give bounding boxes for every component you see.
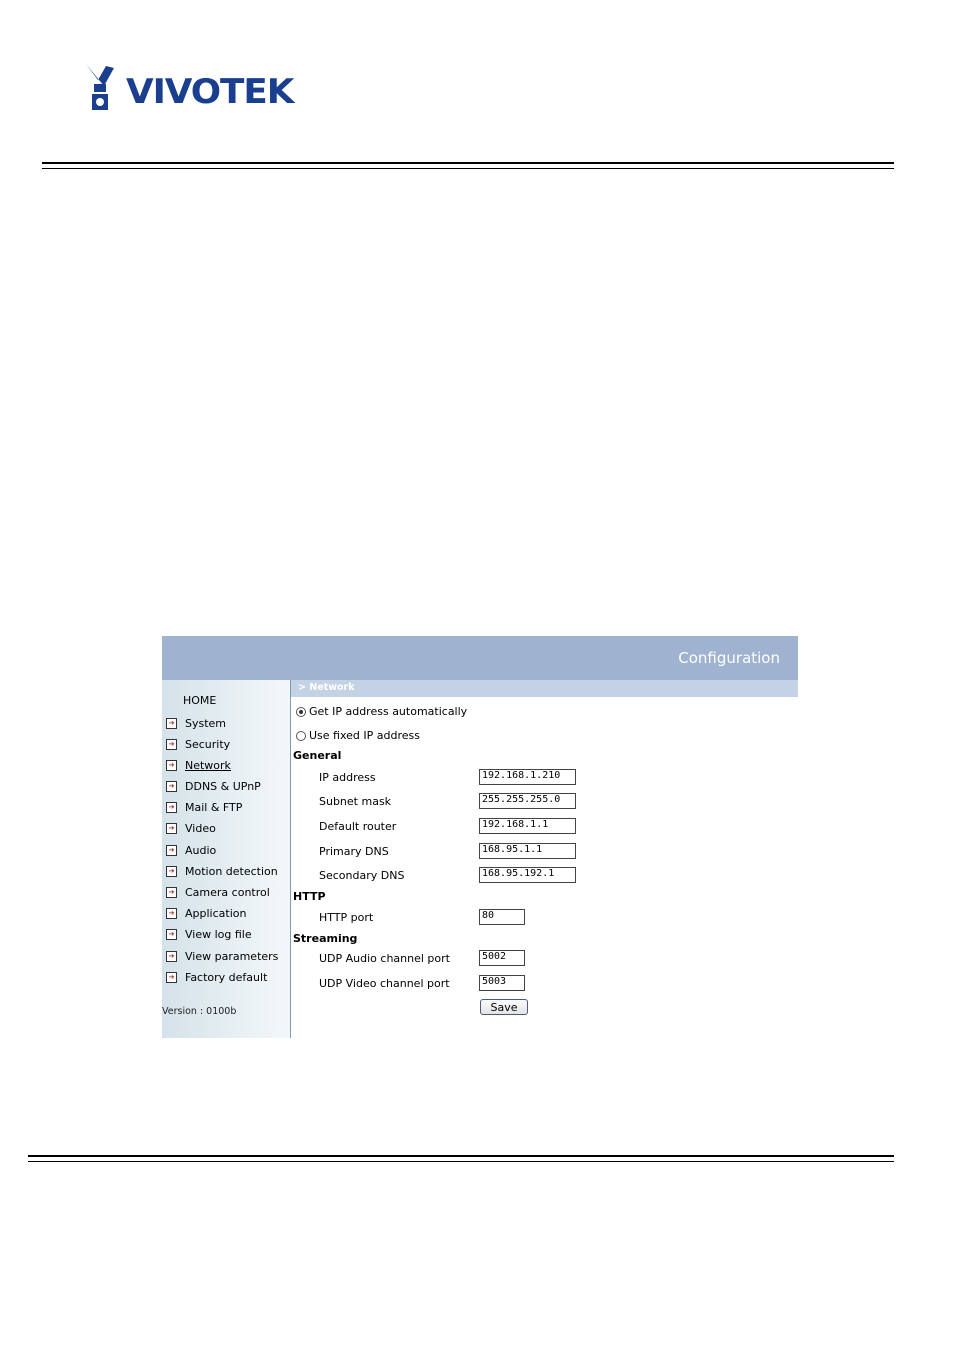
- http-port-label: HTTP port: [319, 911, 374, 924]
- sidebar-item-mail-ftp[interactable]: ➔ Mail & FTP: [166, 798, 242, 816]
- sidebar-item-ddns-upnp[interactable]: ➔ DDNS & UPnP: [166, 777, 261, 795]
- breadcrumb-text: > Network: [298, 682, 355, 693]
- ip-address-label: IP address: [319, 771, 376, 784]
- fixed-ip-radio[interactable]: [296, 730, 306, 741]
- udp-audio-port-field[interactable]: 5002: [479, 950, 525, 966]
- sidebar-item-label: System: [185, 716, 227, 730]
- sidebar-item-security[interactable]: ➔ Security: [166, 735, 230, 753]
- sidebar-item-system[interactable]: ➔ System: [166, 714, 226, 732]
- camera-logo-icon: [86, 64, 114, 110]
- footer-divider: [28, 1155, 894, 1162]
- arrow-right-icon: ➔: [166, 865, 177, 877]
- arrow-right-icon: ➔: [166, 907, 177, 919]
- arrow-right-icon: ➔: [166, 928, 177, 940]
- default-router-field[interactable]: 192.168.1.1: [479, 818, 576, 834]
- general-section-title: General: [293, 749, 342, 762]
- arrow-right-icon: ➔: [166, 717, 177, 729]
- subnet-mask-field[interactable]: 255.255.255.0: [479, 793, 576, 809]
- sidebar-item-label: View parameters: [185, 949, 279, 963]
- save-button[interactable]: Save: [480, 999, 528, 1015]
- secondary-dns-field[interactable]: 168.95.192.1: [479, 867, 576, 883]
- secondary-dns-label: Secondary DNS: [319, 869, 405, 882]
- auto-ip-label: Get IP address automatically: [309, 705, 468, 718]
- sidebar-item-motion-detection[interactable]: ➔ Motion detection: [166, 862, 278, 880]
- arrow-right-icon: ➔: [166, 738, 177, 750]
- header-divider: [42, 162, 894, 169]
- configuration-screenshot: Configuration HOME ➔ System ➔ Security ➔…: [162, 636, 798, 1038]
- option-auto-ip[interactable]: Get IP address automatically: [296, 705, 467, 718]
- sidebar-item-label: Mail & FTP: [185, 800, 243, 814]
- sidebar-item-label: Camera control: [185, 885, 270, 899]
- sidebar-item-factory-default[interactable]: ➔ Factory default: [166, 968, 267, 986]
- firmware-version: Version : 0100b: [162, 1006, 237, 1017]
- config-banner: Configuration: [162, 636, 798, 680]
- option-fixed-ip[interactable]: Use fixed IP address: [296, 729, 420, 742]
- arrow-right-icon: ➔: [166, 822, 177, 834]
- sidebar-item-label: Application: [185, 906, 247, 920]
- sidebar-item-view-log-file[interactable]: ➔ View log file: [166, 925, 252, 943]
- arrow-right-icon: ➔: [166, 886, 177, 898]
- udp-audio-port-label: UDP Audio channel port: [319, 952, 450, 965]
- udp-video-port-label: UDP Video channel port: [319, 977, 450, 990]
- primary-dns-label: Primary DNS: [319, 845, 389, 858]
- streaming-section-title: Streaming: [293, 932, 358, 945]
- vivotek-logo: VIVOTEK: [84, 62, 294, 114]
- sidebar-item-label: Audio: [185, 843, 217, 857]
- sidebar-item-label: DDNS & UPnP: [185, 779, 261, 793]
- auto-ip-radio[interactable]: [296, 706, 306, 717]
- udp-video-port-field[interactable]: 5003: [479, 975, 525, 991]
- sidebar-item-label: Motion detection: [185, 864, 278, 878]
- sidebar-item-label: Video: [185, 821, 216, 835]
- sidebar: HOME ➔ System ➔ Security ➔ Network ➔ DDN…: [162, 680, 291, 1038]
- arrow-right-icon: ➔: [166, 780, 177, 792]
- sidebar-item-camera-control[interactable]: ➔ Camera control: [166, 883, 270, 901]
- sidebar-item-label: View log file: [185, 927, 252, 941]
- http-port-field[interactable]: 80: [479, 909, 525, 925]
- sidebar-item-network[interactable]: ➔ Network: [166, 756, 231, 774]
- subnet-mask-label: Subnet mask: [319, 795, 392, 808]
- arrow-right-icon: ➔: [166, 759, 177, 771]
- sidebar-item-label: Network: [185, 758, 231, 772]
- sidebar-item-label: Security: [185, 737, 231, 751]
- breadcrumb: > Network: [291, 680, 798, 697]
- http-section-title: HTTP: [293, 890, 326, 903]
- logo-wordmark: VIVOTEK: [126, 72, 294, 112]
- primary-dns-field[interactable]: 168.95.1.1: [479, 843, 576, 859]
- sidebar-item-home[interactable]: HOME: [183, 694, 216, 707]
- banner-title: Configuration: [678, 649, 780, 667]
- arrow-right-icon: ➔: [166, 950, 177, 962]
- sidebar-item-video[interactable]: ➔ Video: [166, 819, 216, 837]
- arrow-right-icon: ➔: [166, 801, 177, 813]
- sidebar-item-view-parameters[interactable]: ➔ View parameters: [166, 947, 278, 965]
- default-router-label: Default router: [319, 820, 397, 833]
- fixed-ip-label: Use fixed IP address: [309, 729, 420, 742]
- ip-address-field[interactable]: 192.168.1.210: [479, 769, 576, 785]
- arrow-right-icon: ➔: [166, 844, 177, 856]
- sidebar-item-application[interactable]: ➔ Application: [166, 904, 246, 922]
- sidebar-item-audio[interactable]: ➔ Audio: [166, 841, 216, 859]
- sidebar-item-label: Factory default: [185, 970, 268, 984]
- arrow-right-icon: ➔: [166, 971, 177, 983]
